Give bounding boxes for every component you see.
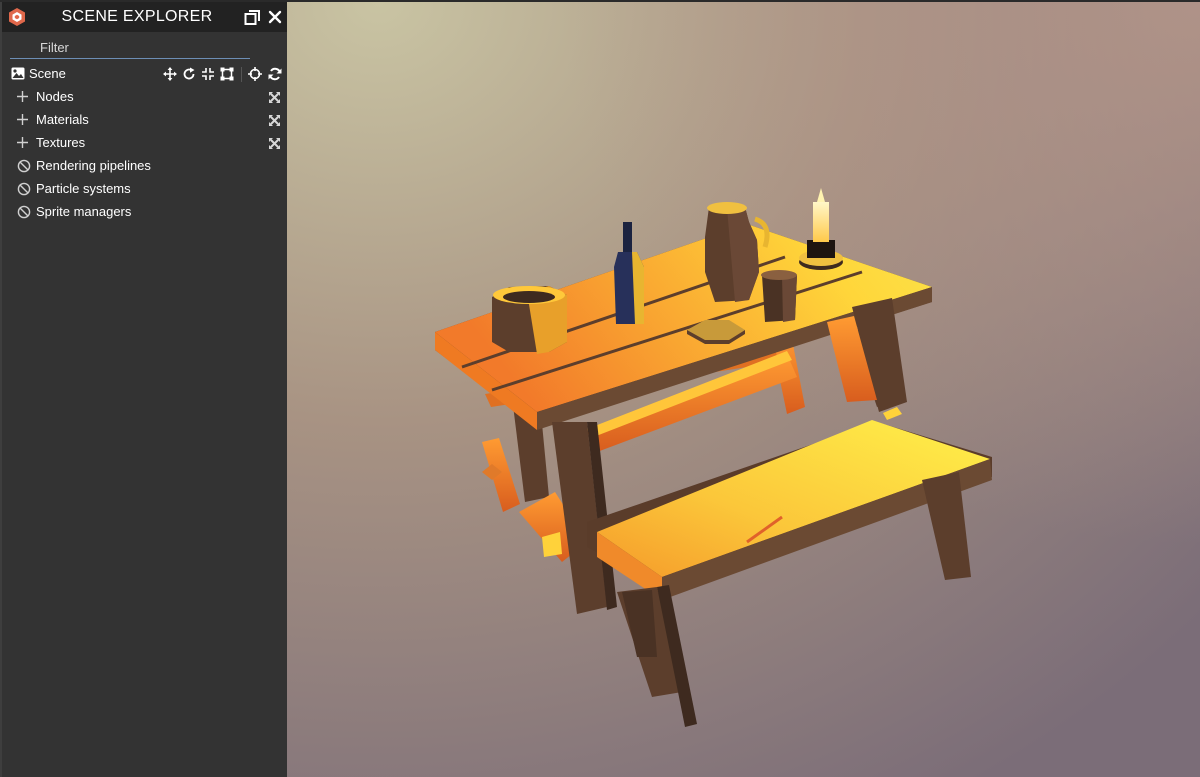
scene-label: Scene — [29, 66, 66, 81]
popout-icon[interactable] — [244, 9, 261, 26]
tree-item-label: Nodes — [36, 89, 74, 104]
plus-icon[interactable] — [16, 113, 29, 126]
tree-item-sprite-managers: Sprite managers — [2, 201, 287, 223]
toolbar-divider — [241, 67, 242, 82]
image-icon — [11, 67, 25, 80]
tree-item-label: Materials — [36, 112, 89, 127]
plus-icon[interactable] — [16, 90, 29, 103]
plus-icon[interactable] — [16, 136, 29, 149]
expand-all-icon[interactable] — [268, 91, 281, 104]
bounding-box-gizmo-icon[interactable] — [220, 67, 234, 81]
expand-all-icon[interactable] — [268, 137, 281, 150]
render-viewport[interactable] — [287, 2, 1200, 777]
disabled-icon — [17, 205, 31, 219]
cup-model — [761, 270, 797, 322]
tree-item-particle-systems: Particle systems — [2, 178, 287, 200]
tree-item-label: Particle systems — [36, 181, 131, 196]
expand-all-icon[interactable] — [268, 114, 281, 127]
disabled-icon — [17, 182, 31, 196]
filter-field — [10, 37, 250, 59]
tree-item-label: Sprite managers — [36, 204, 132, 219]
bowl-model — [492, 286, 567, 354]
scene-explorer-panel: SCENE EXPLORER Scene — [0, 2, 287, 777]
disabled-icon — [17, 159, 31, 173]
rotate-gizmo-icon[interactable] — [182, 67, 196, 81]
tree-item-rendering-pipelines: Rendering pipelines — [2, 155, 287, 177]
target-icon[interactable] — [248, 67, 262, 81]
tree-item-label: Rendering pipelines — [36, 158, 151, 173]
filter-input[interactable] — [10, 37, 250, 57]
tree-item-nodes[interactable]: Nodes — [2, 86, 287, 108]
panel-header: SCENE EXPLORER — [2, 2, 287, 32]
close-icon[interactable] — [268, 10, 282, 24]
refresh-icon[interactable] — [268, 67, 282, 81]
tree-item-materials[interactable]: Materials — [2, 109, 287, 131]
tree-item-label: Textures — [36, 135, 86, 150]
tree-item-textures[interactable]: Textures — [2, 132, 287, 154]
scene-row[interactable]: Scene — [2, 63, 287, 85]
scale-gizmo-icon[interactable] — [201, 67, 215, 81]
panel-title: SCENE EXPLORER — [61, 8, 213, 25]
move-gizmo-icon[interactable] — [163, 67, 177, 81]
